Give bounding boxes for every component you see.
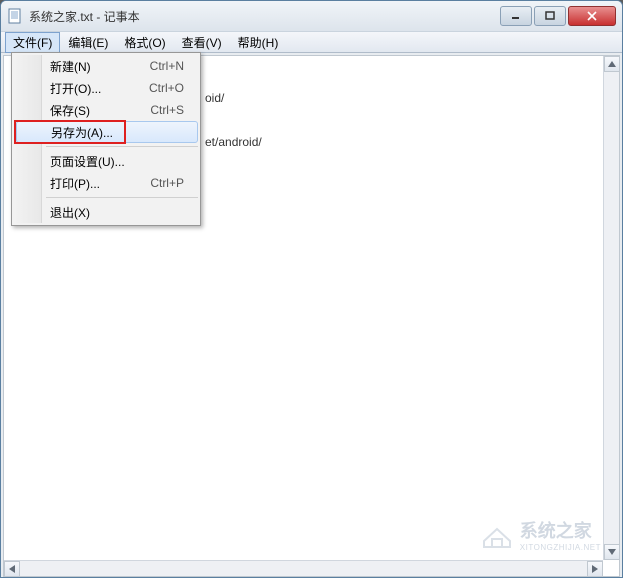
menu-help[interactable]: 帮助(H) — [230, 32, 287, 53]
menu-format[interactable]: 格式(O) — [116, 32, 173, 53]
scroll-down-arrow-icon[interactable] — [604, 544, 620, 560]
menu-item-new[interactable]: 新建(N) Ctrl+N — [42, 55, 198, 77]
watermark: 系统之家 XITONGZHIJIA.NET — [480, 517, 601, 552]
menu-item-label: 退出(X) — [50, 204, 194, 221]
menu-item-label: 打印(P)... — [50, 175, 150, 192]
menu-item-exit[interactable]: 退出(X) — [42, 201, 198, 223]
menu-edit[interactable]: 编辑(E) — [60, 32, 116, 53]
menu-item-save[interactable]: 保存(S) Ctrl+S — [42, 99, 198, 121]
maximize-button[interactable] — [534, 6, 566, 26]
menu-item-open[interactable]: 打开(O)... Ctrl+O — [42, 77, 198, 99]
menu-item-label: 另存为(A)... — [51, 124, 183, 141]
menu-item-label: 保存(S) — [50, 102, 150, 119]
close-button[interactable] — [568, 6, 616, 26]
window-title: 系统之家.txt - 记事本 — [29, 8, 498, 25]
menu-file[interactable]: 文件(F) — [5, 32, 60, 53]
menu-item-pagesetup[interactable]: 页面设置(U)... — [42, 150, 198, 172]
menubar: 文件(F) 编辑(E) 格式(O) 查看(V) 帮助(H) — [1, 31, 622, 53]
menu-item-label: 页面设置(U)... — [50, 153, 194, 170]
menu-separator — [46, 197, 198, 198]
horizontal-scrollbar[interactable] — [4, 560, 603, 576]
menu-item-shortcut: Ctrl+P — [150, 176, 194, 190]
minimize-button[interactable] — [500, 6, 532, 26]
menu-separator — [46, 146, 198, 147]
watermark-url: XITONGZHIJIA.NET — [520, 543, 601, 552]
vertical-scrollbar[interactable] — [603, 56, 619, 560]
menu-item-saveas[interactable]: 另存为(A)... — [16, 121, 198, 143]
menu-item-print[interactable]: 打印(P)... Ctrl+P — [42, 172, 198, 194]
watermark-text: 系统之家 — [520, 517, 601, 543]
scroll-right-arrow-icon[interactable] — [587, 561, 603, 577]
menu-item-shortcut: Ctrl+O — [149, 81, 194, 95]
titlebar[interactable]: 系统之家.txt - 记事本 — [1, 1, 622, 31]
menu-view[interactable]: 查看(V) — [174, 32, 230, 53]
menu-item-label: 新建(N) — [50, 58, 150, 75]
menu-item-label: 打开(O)... — [50, 80, 149, 97]
scroll-left-arrow-icon[interactable] — [4, 561, 20, 577]
file-menu-dropdown: 新建(N) Ctrl+N 打开(O)... Ctrl+O 保存(S) Ctrl+… — [11, 52, 201, 226]
window-controls — [498, 6, 616, 26]
menu-item-shortcut: Ctrl+S — [150, 103, 194, 117]
notepad-window: 系统之家.txt - 记事本 文件(F) 编辑(E) 格式(O) 查看(V) 帮… — [0, 0, 623, 578]
scroll-up-arrow-icon[interactable] — [604, 56, 620, 72]
menu-item-shortcut: Ctrl+N — [150, 59, 194, 73]
app-icon — [7, 8, 23, 24]
